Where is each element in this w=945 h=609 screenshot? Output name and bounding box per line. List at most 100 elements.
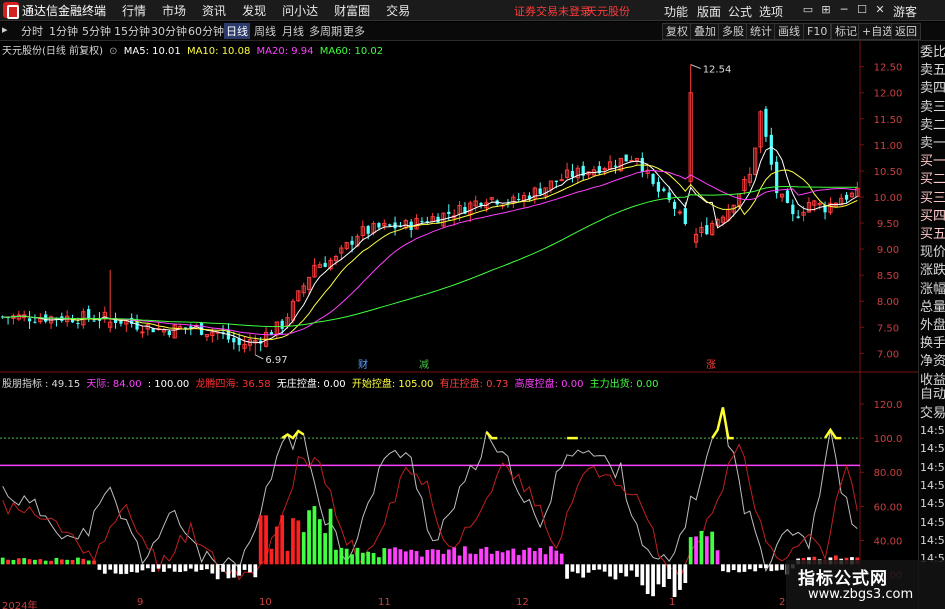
menu-quotes[interactable]: 行情 <box>122 2 146 19</box>
period-chevron-icon[interactable]: ▸ <box>2 23 8 36</box>
panel-label[interactable]: 卖二 <box>920 116 945 135</box>
panel-label[interactable]: 买五 <box>920 225 945 244</box>
panel-label[interactable]: 买一 <box>920 152 945 171</box>
menu-ask[interactable]: 问小达 <box>282 2 318 19</box>
statistics-button[interactable]: 统计 <box>746 23 776 40</box>
panel-label[interactable]: 自动 <box>920 385 945 404</box>
panel-label[interactable]: 14:56 <box>920 513 945 532</box>
histogram-bar <box>393 547 397 565</box>
multi-stock-button[interactable]: 多股 <box>718 23 748 40</box>
menu-market[interactable]: 市场 <box>162 2 186 19</box>
adjust-button[interactable]: 复权 <box>662 23 692 40</box>
panel-label[interactable]: 14:56 <box>920 494 945 513</box>
guest-user[interactable]: 游客 <box>893 3 917 20</box>
histogram-bar <box>97 564 102 570</box>
panel-label[interactable]: 买三 <box>920 189 945 208</box>
close-icon[interactable]: ✕ <box>872 2 888 18</box>
period-15min[interactable]: 15分钟 <box>114 23 150 39</box>
period-monthly[interactable]: 月线 <box>282 23 304 39</box>
period-multi[interactable]: 多周期 <box>309 23 342 39</box>
histogram-bar <box>527 547 532 565</box>
menu-trade[interactable]: 交易 <box>386 2 410 19</box>
layout-icon[interactable]: ▭ <box>800 2 816 18</box>
control-peak-line <box>281 429 305 440</box>
price-tick-label: 8.50 <box>877 271 899 282</box>
event-marker: 减 <box>419 359 429 371</box>
histogram-bar <box>688 537 693 565</box>
time-label: 1 <box>669 597 676 608</box>
histogram-bar <box>667 564 672 580</box>
minimize-icon[interactable]: ─ <box>836 2 852 18</box>
back-button[interactable]: 返回 <box>891 23 921 40</box>
histogram-bar <box>360 552 365 565</box>
menu-wealth[interactable]: 财富圈 <box>334 2 370 19</box>
chart-title: 天元股份(日线 前复权) <box>2 46 103 57</box>
menu-options[interactable]: 选项 <box>759 3 783 20</box>
histogram-bar <box>108 564 113 570</box>
menu-functions[interactable]: 功能 <box>664 3 688 20</box>
panel-label[interactable]: 外盘 <box>920 316 945 335</box>
panel-label[interactable]: 买二 <box>920 170 945 189</box>
period-1min[interactable]: 1分钟 <box>49 23 78 39</box>
panel-label[interactable]: 买四 <box>920 207 945 226</box>
histogram-bar <box>11 559 16 565</box>
histogram-bar <box>704 536 709 565</box>
histogram-bar <box>86 560 91 565</box>
panel-label[interactable]: 14:56 <box>920 439 945 458</box>
panel-label[interactable]: 卖四 <box>920 79 945 98</box>
period-weekly[interactable]: 周线 <box>254 23 276 39</box>
histogram-bar <box>532 551 537 565</box>
histogram-bar <box>500 552 505 565</box>
menu-layout[interactable]: 版面 <box>697 3 721 20</box>
grid-icon[interactable]: ⊞ <box>818 2 834 18</box>
panel-label[interactable]: 14:56 <box>920 458 945 477</box>
menu-formula[interactable]: 公式 <box>728 3 752 20</box>
histogram-bar <box>710 531 715 565</box>
panel-label[interactable]: 涨跌 <box>920 261 945 280</box>
mark-button[interactable]: 标记 <box>831 23 861 40</box>
ma5-value: MA5: 10.01 <box>123 46 181 57</box>
period-60min[interactable]: 60分钟 <box>188 23 224 39</box>
indicator-chart[interactable]: 120.0100.080.0060.0040.0020.00 <box>0 373 918 597</box>
histogram-bar <box>38 559 43 565</box>
panel-label[interactable]: 委比 <box>920 43 945 62</box>
indicator-tick-label: 100.0 <box>874 434 903 445</box>
candlestick-chart[interactable]: 12.50 12.00 11.50 11.00 10.50 10.00 9.50 9.00 8.… <box>0 41 918 373</box>
candle-body <box>844 194 849 200</box>
histogram-bar <box>764 564 768 569</box>
histogram-bar <box>398 549 403 565</box>
indicator-tick-label: 120.0 <box>874 400 903 411</box>
histogram-bar <box>441 553 446 565</box>
period-daily[interactable]: 日线 <box>224 23 250 39</box>
settings-circle-icon[interactable]: ⊙ <box>109 46 117 57</box>
panel-label[interactable]: 卖三 <box>920 98 945 117</box>
panel-label[interactable]: 14:56 <box>920 531 945 550</box>
panel-label[interactable]: 净资 <box>920 352 945 371</box>
ma20-value: MA20: 9.94 <box>256 46 314 57</box>
draw-line-button[interactable]: 画线 <box>774 23 804 40</box>
panel-label[interactable]: 总量 <box>920 298 945 317</box>
panel-label[interactable]: 交易 <box>920 404 945 423</box>
panel-label[interactable]: 换手 <box>920 334 945 353</box>
menu-discover[interactable]: 发现 <box>242 2 266 19</box>
period-30min[interactable]: 30分钟 <box>151 23 187 39</box>
menu-news[interactable]: 资讯 <box>202 2 226 19</box>
panel-label[interactable]: 14:56 <box>920 476 945 495</box>
login-warning[interactable]: 证券交易未登录 <box>514 3 591 19</box>
f10-button[interactable]: F10 <box>803 23 832 40</box>
histogram-bar <box>377 557 381 565</box>
period-tick[interactable]: 分时 <box>21 23 43 39</box>
panel-label[interactable]: 卖五 <box>920 61 945 80</box>
overlay-button[interactable]: 叠加 <box>690 23 720 40</box>
period-more[interactable]: 更多 <box>343 23 365 39</box>
panel-label[interactable]: 现价 <box>920 243 945 262</box>
maximize-icon[interactable]: ☐ <box>854 2 870 18</box>
panel-label[interactable]: 涨幅 <box>920 280 945 299</box>
period-5min[interactable]: 5分钟 <box>82 23 111 39</box>
control-peak-line <box>711 407 734 440</box>
histogram-bar <box>742 564 747 572</box>
panel-label[interactable]: 14:56 <box>920 421 945 440</box>
histogram-bar <box>43 560 48 565</box>
candle-body <box>92 320 96 322</box>
panel-label[interactable]: 卖一 <box>920 134 945 153</box>
